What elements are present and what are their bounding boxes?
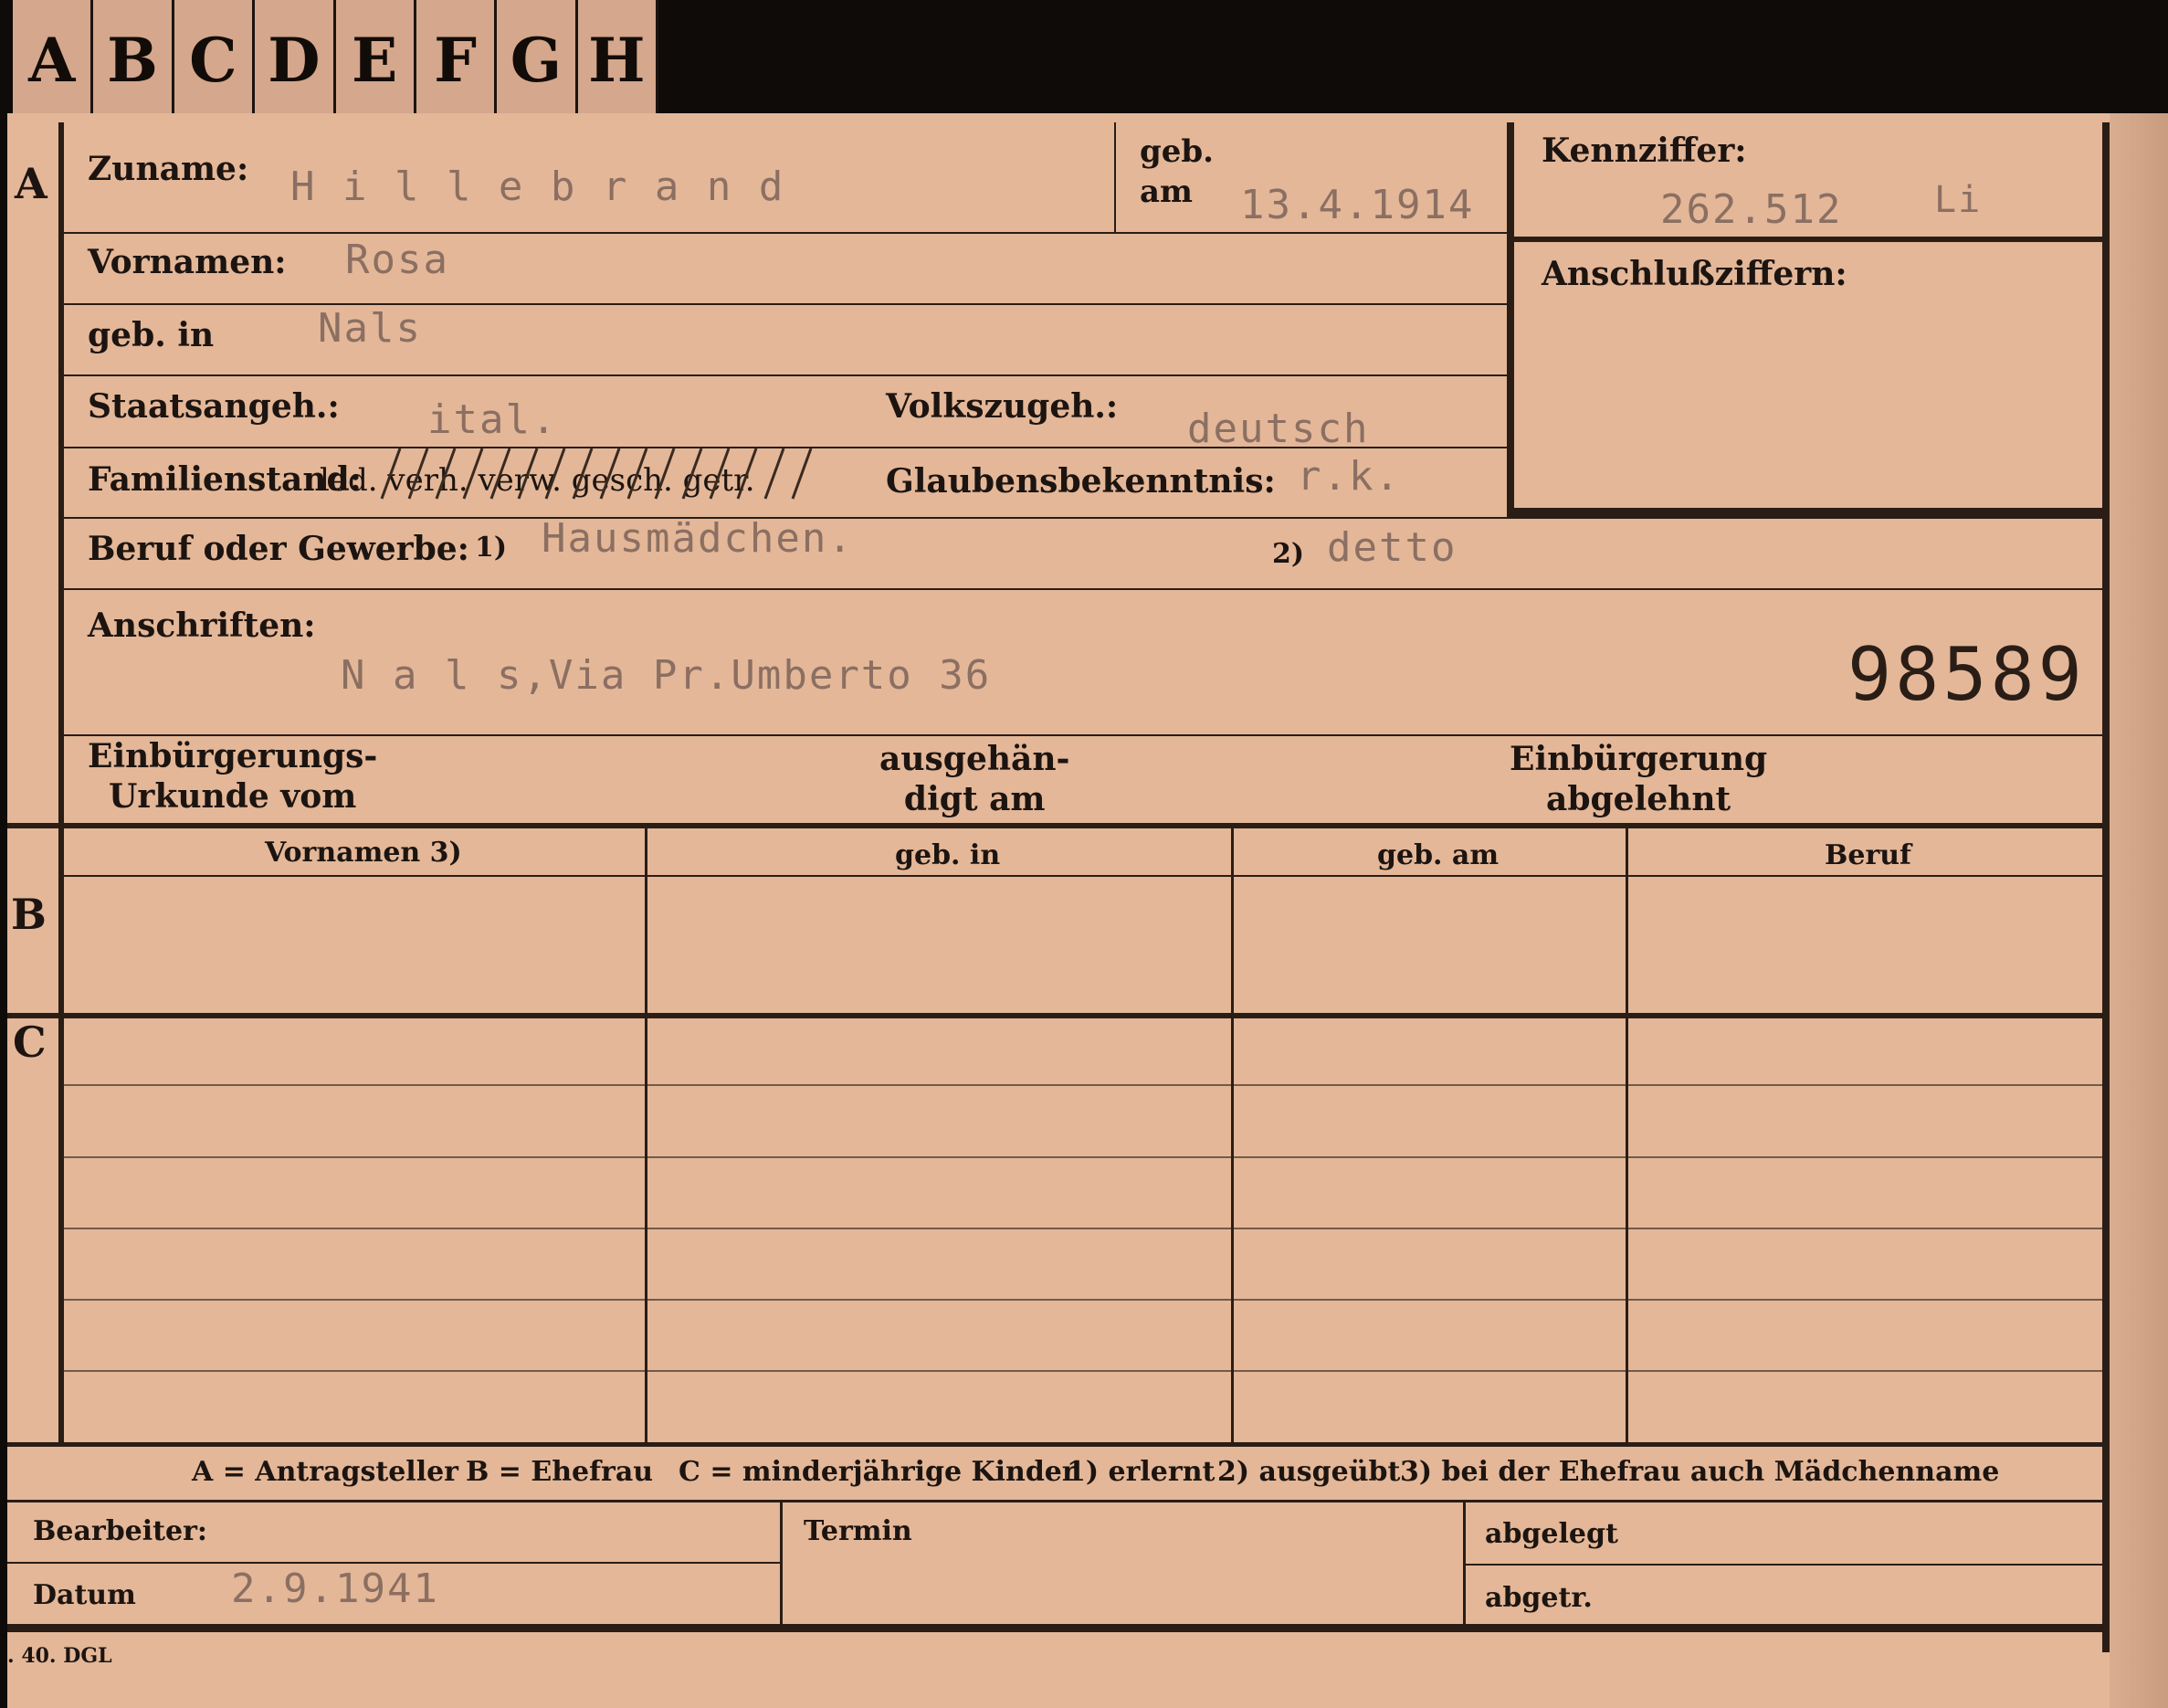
staatsangeh-value: ital. <box>427 396 558 443</box>
anschriften-label: Anschriften: <box>88 606 316 645</box>
row-line-5 <box>64 517 2102 519</box>
footer-right-divider <box>1466 1564 2102 1566</box>
c-row-line-3 <box>64 1228 2102 1229</box>
letter-tab-d[interactable]: D <box>255 0 336 113</box>
letter-tab-e[interactable]: E <box>336 0 416 113</box>
datum-label: Datum <box>33 1579 136 1611</box>
row-line-3 <box>64 374 1507 376</box>
glaubensbekenntnis-value: r.k. <box>1297 453 1401 500</box>
section-letter-b: B <box>11 890 47 939</box>
anschrift-value: N a l s,Via Pr.Umberto 36 <box>341 652 992 699</box>
volkszugeh-label: Volkszugeh.: <box>886 387 1119 426</box>
termin-label: Termin <box>804 1515 912 1547</box>
row-line-6 <box>64 588 2102 590</box>
kennziffer-box-divider <box>1514 237 2102 242</box>
kennziffer-label: Kennziffer: <box>1542 132 1747 170</box>
letter-tab-b[interactable]: B <box>93 0 174 113</box>
c-row-line-4 <box>64 1299 2102 1301</box>
legend-bottom-line <box>7 1500 2102 1502</box>
kennziffer-box-bottom <box>1514 508 2102 517</box>
print-mark: . 40. DGL <box>7 1644 112 1668</box>
volkszugeh-value: deutsch <box>1187 406 1370 452</box>
legend-note-3: 3) bei der Ehefrau auch Mädchenname <box>1400 1456 2000 1488</box>
glaubensbekenntnis-label: Glaubensbekenntnis: <box>886 462 1276 501</box>
beruf-mark-1: 1) <box>475 532 508 564</box>
bearbeiter-label: Bearbeiter: <box>33 1515 207 1547</box>
kennziffer-box-left <box>1507 122 1514 519</box>
c-row-line-2 <box>64 1156 2102 1158</box>
abgetr-label: abgetr. <box>1485 1582 1593 1614</box>
card-bottom-line <box>7 1624 2110 1632</box>
section-letter-c: C <box>13 1017 47 1067</box>
beruf-mark-2: 2) <box>1272 538 1305 570</box>
geb-am-separator <box>1114 122 1116 232</box>
col-header-geb-am: geb. am <box>1377 839 1500 871</box>
table-col-sep-3 <box>1626 828 1628 1442</box>
col-header-geb-in: geb. in <box>895 839 1001 871</box>
registration-card: A B C Zuname: H i l l e b r a n d geb. a… <box>7 113 2110 1708</box>
zuname-value: H i l l e b r a n d <box>290 163 785 210</box>
familienstand-strikethrough <box>380 448 813 500</box>
table-col-sep-2 <box>1231 828 1234 1442</box>
row-line-2 <box>64 303 1507 305</box>
kennziffer-value: 262.512 <box>1660 186 1843 233</box>
section-a-b-divider <box>7 823 2102 828</box>
col-header-beruf: Beruf <box>1825 839 1911 871</box>
table-col-sep-1 <box>645 828 647 1442</box>
letter-tab-f[interactable]: F <box>416 0 498 113</box>
left-border-line <box>58 122 64 1447</box>
table-bottom-line <box>7 1442 2102 1447</box>
geb-am-value: 13.4.1914 <box>1240 182 1475 228</box>
geb-am-label: geb. am <box>1140 133 1215 210</box>
letter-tab-c[interactable]: C <box>174 0 256 113</box>
row-line-1 <box>64 232 1507 234</box>
legend-note-2: 2) ausgeübt <box>1217 1456 1401 1488</box>
beruf-erlernt-value: Hausmädchen. <box>542 515 854 562</box>
footer-left-divider <box>7 1562 780 1564</box>
abgelegt-label: abgelegt <box>1485 1518 1618 1550</box>
letter-tab-strip: A B C D E F G H <box>13 0 658 113</box>
legend-note-1: 1) erlernt <box>1067 1456 1216 1488</box>
anschlussziffern-label: Anschlußziffern: <box>1542 255 1847 293</box>
col-header-vornamen: Vornamen 3) <box>265 837 462 869</box>
legend-c: C = minderjährige Kinder <box>679 1456 1077 1488</box>
einbuergerungs-urkunde-label: Einbürgerungs- Urkunde vom <box>88 737 378 816</box>
vornamen-label: Vornamen: <box>88 243 287 281</box>
stamp-number: 98589 <box>1847 632 2086 717</box>
section-letter-a: A <box>15 159 47 208</box>
vornamen-value: Rosa <box>345 237 449 283</box>
footer-sep-1 <box>780 1502 783 1624</box>
geb-in-value: Nals <box>318 305 422 352</box>
beruf-ausgeuebt-value: detto <box>1327 524 1458 571</box>
table-header-line <box>64 875 2102 877</box>
beruf-label: Beruf oder Gewerbe: <box>88 530 469 568</box>
zuname-label: Zuname: <box>88 150 249 188</box>
datum-value: 2.9.1941 <box>231 1566 439 1612</box>
section-b-c-divider <box>7 1013 2102 1018</box>
letter-tab-h[interactable]: H <box>578 0 656 113</box>
letter-tab-a[interactable]: A <box>13 0 94 113</box>
legend-a: A = Antragsteller <box>192 1456 458 1488</box>
legend-b: B = Ehefrau <box>466 1456 654 1488</box>
einbuergerung-abgelehnt-label: Einbürgerung abgelehnt <box>1510 740 1768 818</box>
c-row-line-5 <box>64 1370 2102 1372</box>
ausgehaendigt-label: ausgehän- digt am <box>879 740 1070 818</box>
letter-tab-g[interactable]: G <box>497 0 578 113</box>
c-row-line-1 <box>64 1084 2102 1086</box>
geb-in-label: geb. in <box>88 316 215 354</box>
kennziffer-suffix: Li <box>1934 179 1983 221</box>
staatsangeh-label: Staatsangeh.: <box>88 387 340 426</box>
right-border-line <box>2102 122 2110 1652</box>
card-edge-shadow <box>2110 113 2168 1708</box>
